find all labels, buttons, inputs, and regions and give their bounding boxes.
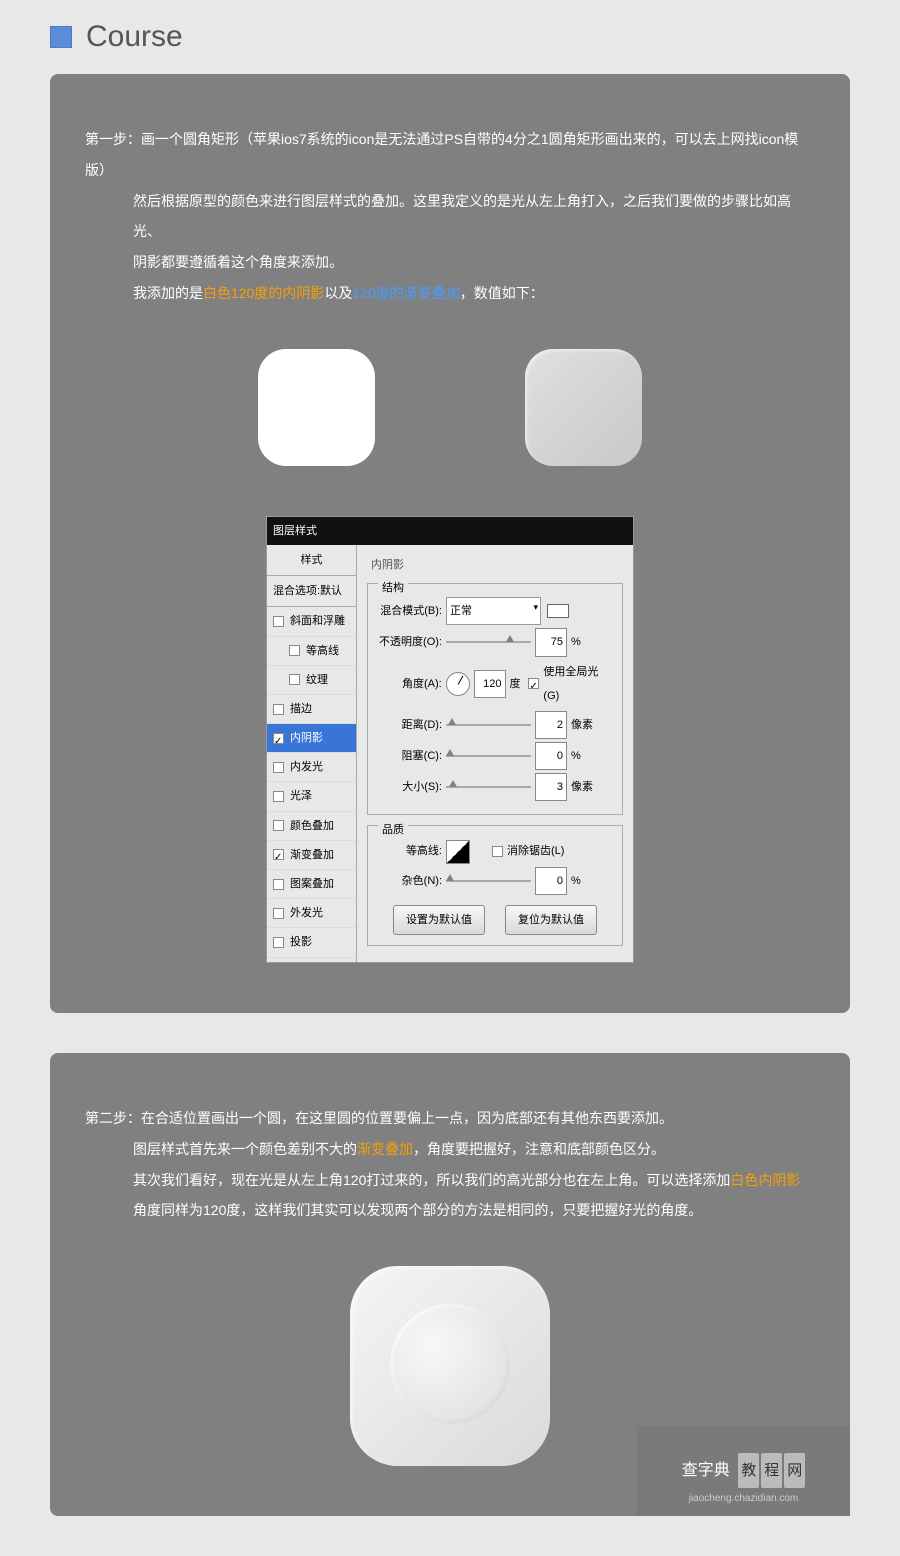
choke-row: 阻塞(C): 0 % <box>376 742 614 770</box>
global-light-checkbox[interactable] <box>528 678 539 689</box>
structure-group: 结构 混合模式(B): 正常 不透明度(O): 75 % 角度(A): <box>367 583 623 815</box>
icons-row <box>85 349 815 466</box>
highlight-gradient2: 渐变叠加 <box>357 1141 413 1157</box>
size-slider[interactable] <box>446 780 531 794</box>
noise-slider[interactable] <box>446 874 531 888</box>
style-stroke[interactable]: 描边 <box>267 695 356 724</box>
icon-preview-plain <box>258 349 375 466</box>
step2-panel: 第二步：在合适位置画出一个圆，在这里圆的位置要偏上一点，因为底部还有其他东西要添… <box>50 1053 850 1516</box>
icon-circle <box>390 1304 510 1424</box>
style-texture[interactable]: 纹理 <box>267 666 356 695</box>
style-pattern-overlay[interactable]: 图案叠加 <box>267 870 356 899</box>
choke-slider[interactable] <box>446 749 531 763</box>
choke-input[interactable]: 0 <box>535 742 567 770</box>
opacity-slider[interactable] <box>446 635 531 649</box>
noise-input[interactable]: 0 <box>535 867 567 895</box>
step1-line2: 然后根据原型的颜色来进行图层样式的叠加。这里我定义的是光从左上角打入，之后我们要… <box>133 186 815 248</box>
style-outer-glow[interactable]: 外发光 <box>267 899 356 928</box>
checkbox-icon[interactable] <box>273 849 284 860</box>
styles-header[interactable]: 样式 <box>267 545 356 576</box>
angle-row: 角度(A): 120 度 使用全局光(G) <box>376 660 614 708</box>
distance-row: 距离(D): 2 像素 <box>376 711 614 739</box>
style-bevel[interactable]: 斜面和浮雕 <box>267 607 356 636</box>
page-title: Course <box>86 20 183 54</box>
checkbox-icon[interactable] <box>273 762 284 773</box>
distance-input[interactable]: 2 <box>535 711 567 739</box>
styles-list: 样式 混合选项:默认 斜面和浮雕 等高线 纹理 描边 内阴影 内发光 光泽 颜色… <box>267 545 357 962</box>
watermark-brand: 查字典 教 程 网 <box>682 1453 806 1488</box>
highlight-inner-shadow: 白色120度的内阴影 <box>203 285 324 301</box>
step2-line4: 角度同样为120度，这样我们其实可以发现两个部分的方法是相同的，只要把握好光的角… <box>133 1195 815 1226</box>
step2-line3: 其次我们看好，现在光是从左上角120打过来的，所以我们的高光部分也在左上角。可以… <box>133 1165 815 1196</box>
opacity-row: 不透明度(O): 75 % <box>376 628 614 656</box>
checkbox-icon[interactable] <box>273 704 284 715</box>
step1-line1: 第一步：画一个圆角矩形（苹果ios7系统的icon是无法通过PS自带的4分之1圆… <box>85 124 815 186</box>
blend-mode-select[interactable]: 正常 <box>446 597 541 625</box>
set-default-button[interactable]: 设置为默认值 <box>393 905 485 935</box>
blend-options[interactable]: 混合选项:默认 <box>267 576 356 607</box>
style-drop-shadow[interactable]: 投影 <box>267 928 356 957</box>
distance-slider[interactable] <box>446 718 531 732</box>
checkbox-icon[interactable] <box>273 879 284 890</box>
step1-panel: 第一步：画一个圆角矩形（苹果ios7系统的icon是无法通过PS自带的4分之1圆… <box>50 74 850 1013</box>
opacity-input[interactable]: 75 <box>535 628 567 656</box>
noise-row: 杂色(N): 0 % <box>376 867 614 895</box>
checkbox-icon[interactable] <box>289 645 300 656</box>
watermark-url: jiaocheng.chazidian.com <box>689 1488 799 1510</box>
checkbox-icon[interactable] <box>273 908 284 919</box>
step1-line3: 阴影都要遵循着这个角度来添加。 <box>133 247 815 278</box>
blend-mode-row: 混合模式(B): 正常 <box>376 597 614 625</box>
settings-panel: 内阴影 结构 混合模式(B): 正常 不透明度(O): 75 % <box>357 545 633 962</box>
step1-line4: 我添加的是白色120度的内阴影以及120度的渐变叠加，数值如下： <box>133 278 815 309</box>
style-color-overlay[interactable]: 颜色叠加 <box>267 812 356 841</box>
size-input[interactable]: 3 <box>535 773 567 801</box>
reset-default-button[interactable]: 复位为默认值 <box>505 905 597 935</box>
section-title: 内阴影 <box>367 551 623 579</box>
antialias-checkbox[interactable] <box>492 846 503 857</box>
highlight-white-inner-shadow: 白色内阴影 <box>730 1172 800 1188</box>
highlight-gradient: 120度的渐变叠加 <box>352 285 459 301</box>
color-swatch[interactable] <box>547 604 569 618</box>
angle-input[interactable]: 120 <box>474 670 506 698</box>
checkbox-icon[interactable] <box>273 820 284 831</box>
icon-preview-shaded <box>525 349 642 466</box>
layer-style-dialog: 图层样式 样式 混合选项:默认 斜面和浮雕 等高线 纹理 描边 内阴影 内发光 … <box>266 516 634 963</box>
style-contour[interactable]: 等高线 <box>267 637 356 666</box>
dialog-titlebar: 图层样式 <box>267 517 633 545</box>
step2-line2: 图层样式首先来一个颜色差别不大的渐变叠加，角度要把握好，注意和底部颜色区分。 <box>133 1134 815 1165</box>
checkbox-icon[interactable] <box>273 616 284 627</box>
step1-text: 第一步：画一个圆角矩形（苹果ios7系统的icon是无法通过PS自带的4分之1圆… <box>85 124 815 309</box>
header-square-icon <box>50 26 72 48</box>
checkbox-icon[interactable] <box>273 733 284 744</box>
style-inner-glow[interactable]: 内发光 <box>267 753 356 782</box>
contour-preview[interactable] <box>446 840 470 864</box>
quality-group: 品质 等高线: 消除锯齿(L) 杂色(N): 0 % <box>367 825 623 946</box>
style-inner-shadow[interactable]: 内阴影 <box>267 724 356 753</box>
checkbox-icon[interactable] <box>289 674 300 685</box>
step2-text: 第二步：在合适位置画出一个圆，在这里圆的位置要偏上一点，因为底部还有其他东西要添… <box>85 1103 815 1226</box>
checkbox-icon[interactable] <box>273 937 284 948</box>
style-satin[interactable]: 光泽 <box>267 782 356 811</box>
step2-line1: 第二步：在合适位置画出一个圆，在这里圆的位置要偏上一点，因为底部还有其他东西要添… <box>85 1103 815 1134</box>
angle-dial[interactable] <box>446 672 470 696</box>
watermark: 查字典 教 程 网 jiaocheng.chazidian.com <box>637 1426 850 1516</box>
checkbox-icon[interactable] <box>273 791 284 802</box>
icon-preview-with-circle <box>350 1266 550 1466</box>
size-row: 大小(S): 3 像素 <box>376 773 614 801</box>
contour-row: 等高线: 消除锯齿(L) <box>376 839 614 863</box>
page-header: Course <box>0 0 900 74</box>
style-gradient-overlay[interactable]: 渐变叠加 <box>267 841 356 870</box>
